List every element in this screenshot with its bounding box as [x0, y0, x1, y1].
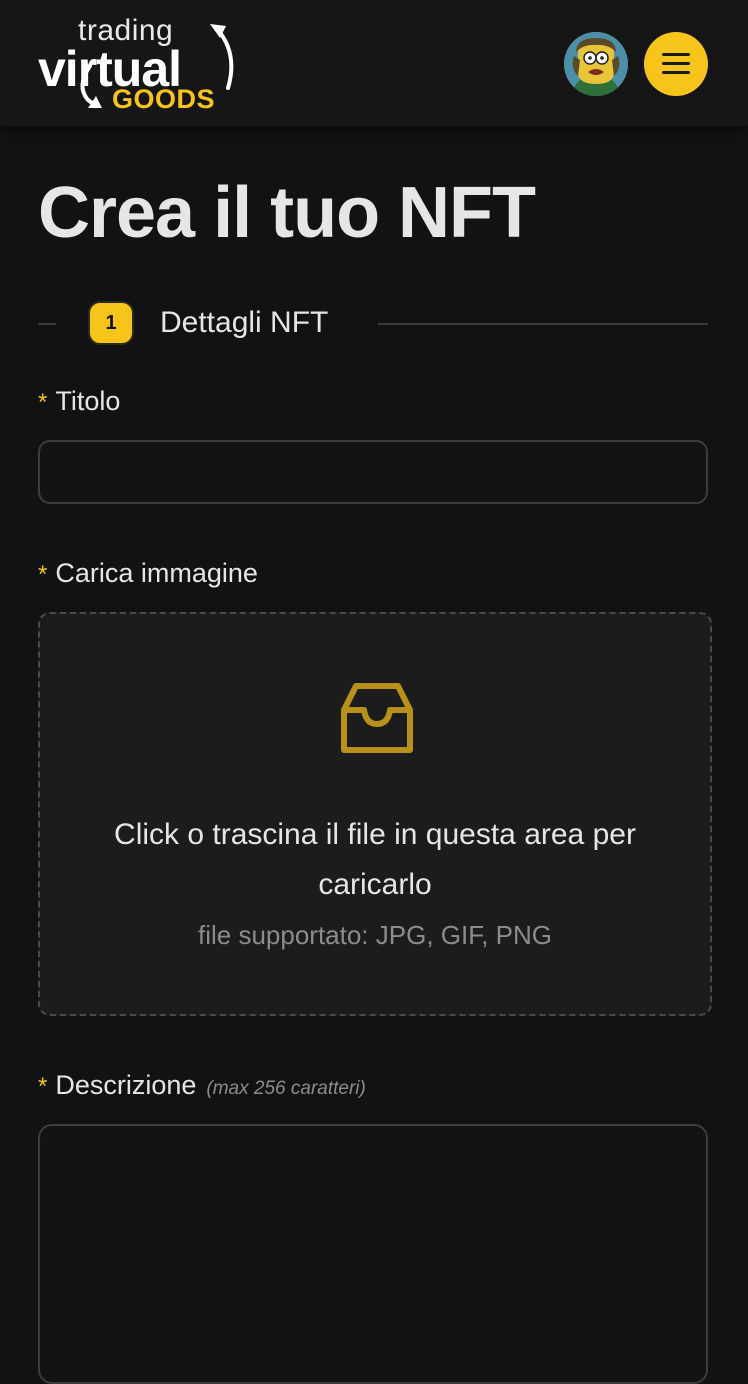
inbox-icon [341, 683, 413, 753]
hamburger-icon-bar [662, 71, 690, 74]
description-field-label: * Descrizione (max 256 caratteri) [38, 1070, 366, 1101]
hamburger-icon-bar [662, 53, 690, 56]
image-field-label: * Carica immagine [38, 558, 258, 589]
user-avatar[interactable] [564, 32, 628, 96]
title-label-text: Titolo [55, 386, 121, 416]
stepper-divider-left [38, 323, 56, 325]
step-number-badge: 1 [88, 301, 134, 345]
step-label: Dettagli NFT [160, 306, 329, 339]
required-marker: * [38, 389, 48, 416]
dropzone-instruction: Click o trascina il file in questa area … [114, 818, 636, 901]
required-marker: * [38, 561, 48, 588]
description-label-text: Descrizione [55, 1070, 197, 1100]
app-header: trading virtual GOODS [0, 0, 748, 126]
image-label-text: Carica immagine [55, 558, 258, 588]
stepper-divider-right [378, 323, 708, 325]
description-max-hint: (max 256 caratteri) [206, 1078, 366, 1099]
required-marker: * [38, 1073, 48, 1100]
avatar-cartoon-icon [564, 32, 628, 96]
dropzone-supported-formats: file supportato: JPG, GIF, PNG [197, 920, 553, 950]
title-input[interactable] [38, 440, 708, 504]
title-field-label: * Titolo [38, 386, 120, 417]
trading-virtual-goods-logo[interactable]: trading virtual GOODS [38, 14, 242, 116]
page-title: Crea il tuo NFT [38, 173, 536, 253]
image-upload-dropzone[interactable]: Click o trascina il file in questa area … [38, 612, 712, 1016]
description-textarea[interactable] [38, 1124, 708, 1384]
menu-button[interactable] [644, 32, 708, 96]
logo-arrows-icon [80, 24, 234, 108]
hamburger-icon-bar [662, 62, 690, 65]
